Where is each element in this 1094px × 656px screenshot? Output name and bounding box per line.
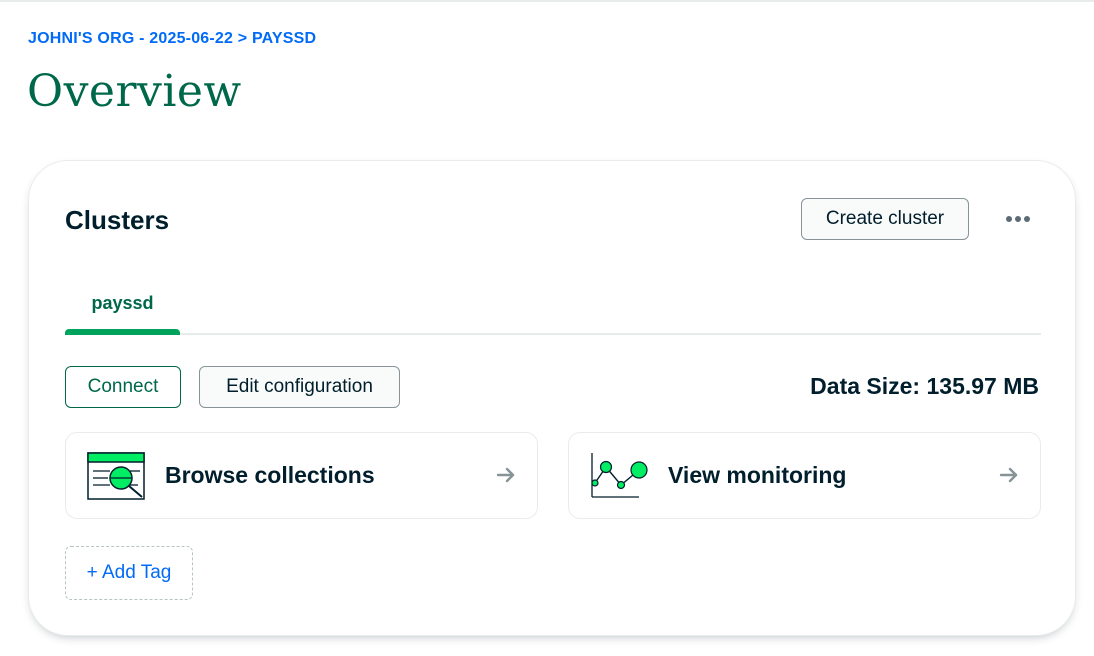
tab-divider <box>65 333 1041 335</box>
dot <box>1024 216 1030 222</box>
data-size: Data Size: 135.97 MB <box>810 373 1039 399</box>
dot <box>1015 216 1021 222</box>
view-monitoring-tile[interactable]: View monitoring <box>568 432 1041 519</box>
browse-collections-tile[interactable]: Browse collections <box>65 432 538 519</box>
active-tab-indicator <box>65 329 180 335</box>
edit-configuration-button[interactable]: Edit configuration <box>199 366 400 408</box>
top-divider <box>0 0 1094 2</box>
breadcrumb[interactable]: JOHNI'S ORG - 2025-06-22 > PAYSSD <box>28 30 316 48</box>
page-title: Overview <box>27 66 242 117</box>
create-cluster-button[interactable]: Create cluster <box>801 198 969 240</box>
tab-label: payssd <box>91 293 154 313</box>
add-tag-button[interactable]: + Add Tag <box>65 546 193 600</box>
browse-collections-label: Browse collections <box>165 462 375 488</box>
arrow-right-icon <box>999 467 1018 483</box>
ellipsis-icon[interactable] <box>1003 205 1033 233</box>
dot <box>1006 216 1012 222</box>
tab-payssd[interactable]: payssd <box>65 289 180 335</box>
arrow-right-icon <box>496 467 515 483</box>
browse-collections-illustration <box>87 452 145 500</box>
clusters-title: Clusters <box>65 205 170 235</box>
view-monitoring-label: View monitoring <box>668 462 847 488</box>
clusters-card: Clusters Create cluster payssd Connect E… <box>28 160 1076 636</box>
connect-button[interactable]: Connect <box>65 366 181 408</box>
monitoring-chart-illustration <box>591 453 648 498</box>
